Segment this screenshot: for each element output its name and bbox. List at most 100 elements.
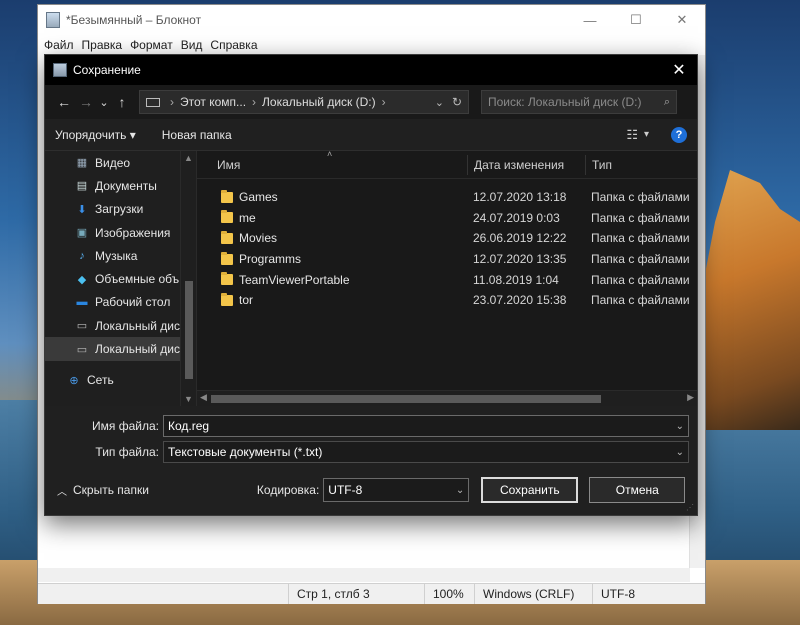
save-dialog: Сохранение ✕ ← → ⌄ ↑ › Этот комп... › Ло… <box>44 54 698 516</box>
nav-item-network[interactable]: ⊕ Сеть <box>45 369 196 392</box>
file-name-cell: tor <box>197 292 467 308</box>
file-list-horizontal-scrollbar[interactable]: ◀ ▶ <box>197 390 697 406</box>
file-row[interactable]: Games 12.07.2020 13:18 Папка с файлами <box>197 187 697 208</box>
nav-item-music[interactable]: ♪ Музыка <box>45 244 196 267</box>
file-row[interactable]: Programms 12.07.2020 13:35 Папка с файла… <box>197 249 697 270</box>
downloads-icon: ⬇ <box>77 203 87 216</box>
scroll-left-icon[interactable]: ◀ <box>200 392 207 403</box>
nav-item-local-disk-c[interactable]: ▭ Локальный дис <box>45 314 196 337</box>
filetype-label: Тип файла: <box>95 445 159 459</box>
notepad-menubar: Файл Правка Формат Вид Справка <box>38 35 705 55</box>
file-date: 12.07.2020 13:35 <box>473 252 567 267</box>
nav-item-label: Музыка <box>95 248 138 263</box>
notepad-titlebar[interactable]: *Безымянный – Блокнот — ☐ ✕ <box>38 5 705 35</box>
nav-item-pictures[interactable]: ▣ Изображения <box>45 221 196 244</box>
save-button[interactable]: Сохранить <box>481 477 579 503</box>
file-row[interactable]: tor 23.07.2020 15:38 Папка с файлами <box>197 290 697 311</box>
scrollbar-thumb[interactable] <box>211 395 601 403</box>
filetype-select[interactable]: Текстовые документы (*.txt) ⌄ <box>163 441 689 463</box>
back-arrow-icon[interactable]: ← <box>53 91 75 113</box>
chevron-down-icon[interactable]: ⌄ <box>676 421 684 432</box>
hide-folders-button[interactable]: ︿ Скрыть папки <box>57 483 149 498</box>
folder-icon <box>221 272 233 286</box>
nav-item-label: Видео <box>95 155 131 170</box>
folder-icon <box>221 292 233 306</box>
file-name: tor <box>239 293 254 308</box>
nav-item-video[interactable]: ▦ Видео <box>45 151 196 174</box>
file-name-cell: me <box>197 210 467 225</box>
address-row: ← → ⌄ ↑ › Этот комп... › Локальный диск … <box>45 85 697 119</box>
chevron-down-icon[interactable]: ⌄ <box>676 447 684 458</box>
column-header-type[interactable]: Тип <box>585 154 612 175</box>
nav-pane-scrollbar[interactable]: ▲ ▼ <box>180 151 196 406</box>
search-input[interactable]: Поиск: Локальный диск (D:) ⌕ <box>481 90 677 114</box>
column-header-date[interactable]: Дата изменения <box>467 154 585 175</box>
chevron-down-icon[interactable]: ⌄ <box>456 485 464 496</box>
file-name-cell: Movies <box>197 230 467 245</box>
menu-help[interactable]: Справка <box>208 38 263 52</box>
sort-ascending-icon: ˄ <box>327 149 333 159</box>
address-bar[interactable]: › Этот комп... › Локальный диск (D:) › ⌄… <box>139 90 469 114</box>
filename-input[interactable]: Код.reg ⌄ <box>163 415 689 437</box>
breadcrumb-this-pc[interactable]: Этот комп... <box>180 95 246 109</box>
nav-item-3d-objects[interactable]: ◆ Объемные объ <box>45 267 196 290</box>
breadcrumb-local-disk[interactable]: Локальный диск (D:) <box>262 95 376 109</box>
forward-arrow-icon[interactable]: → <box>75 91 97 113</box>
recent-locations-chevron-icon[interactable]: ⌄ <box>97 91 111 113</box>
documents-icon: ▤ <box>76 180 88 193</box>
file-name: Games <box>239 190 278 205</box>
column-header-name[interactable]: Имя <box>197 158 467 172</box>
nav-item-label: Документы <box>95 178 157 193</box>
close-icon[interactable]: ✕ <box>661 55 697 85</box>
resize-grip-icon[interactable]: ⋰ <box>686 503 694 512</box>
new-folder-button[interactable]: Новая папка <box>162 128 232 142</box>
view-dropdown-icon[interactable]: ▾ <box>644 129 649 140</box>
nav-item-documents[interactable]: ▤ Документы <box>45 174 196 197</box>
menu-format[interactable]: Формат <box>128 38 179 52</box>
encoding-select[interactable]: UTF-8 ⌄ <box>323 478 470 502</box>
dialog-toolbar: Упорядочить ▾ Новая папка ☷ ▾ ? <box>45 119 697 151</box>
filetype-row: Тип файла: Текстовые документы (*.txt) ⌄ <box>45 440 697 464</box>
desktop-icon: ▬ <box>76 296 88 309</box>
3d-objects-icon: ◆ <box>77 273 87 286</box>
drive-icon <box>146 97 160 107</box>
view-options-icon[interactable]: ☷ <box>626 127 638 143</box>
maximize-icon[interactable]: ☐ <box>613 5 659 35</box>
breadcrumb-separator-icon: › <box>170 95 174 109</box>
desktop-background-rocks <box>700 170 800 430</box>
scrollbar-thumb[interactable] <box>185 281 193 379</box>
notepad-horizontal-scrollbar[interactable] <box>38 568 690 582</box>
file-type: Папка с файлами <box>591 293 690 308</box>
scroll-right-icon[interactable]: ▶ <box>687 392 694 403</box>
address-dropdown-icon[interactable]: ⌄ <box>435 96 444 109</box>
navigation-pane: ▦ Видео ▤ Документы ⬇ Загрузки ▣ Изображ… <box>45 151 197 406</box>
up-arrow-icon[interactable]: ↑ <box>111 91 133 113</box>
file-name: TeamViewerPortable <box>239 272 350 287</box>
notepad-title: *Безымянный – Блокнот <box>66 13 202 27</box>
organize-button[interactable]: Упорядочить ▾ <box>55 128 136 142</box>
filename-value: Код.reg <box>168 419 210 433</box>
file-name: Programms <box>239 252 302 267</box>
notepad-statusbar: Стр 1, стлб 3 100% Windows (CRLF) UTF-8 <box>38 583 705 604</box>
help-icon[interactable]: ? <box>671 126 687 143</box>
file-row[interactable]: me 24.07.2019 0:03 Папка с файлами <box>197 208 697 229</box>
dialog-titlebar[interactable]: Сохранение ✕ <box>45 55 697 85</box>
file-row[interactable]: Movies 26.06.2019 12:22 Папка с файлами <box>197 228 697 249</box>
cancel-button[interactable]: Отмена <box>589 477 686 503</box>
music-icon: ♪ <box>79 249 85 262</box>
menu-edit[interactable]: Правка <box>80 38 129 52</box>
scroll-down-icon[interactable]: ▼ <box>184 394 193 404</box>
menu-file[interactable]: Файл <box>42 38 80 52</box>
close-icon[interactable]: ✕ <box>659 5 705 35</box>
menu-view[interactable]: Вид <box>179 38 209 52</box>
folder-icon <box>221 230 233 244</box>
nav-item-local-disk-d[interactable]: ▭ Локальный дис <box>45 337 196 361</box>
minimize-icon[interactable]: — <box>567 5 613 35</box>
refresh-icon[interactable]: ↻ <box>452 95 462 109</box>
nav-item-desktop[interactable]: ▬ Рабочий стол <box>45 291 196 314</box>
scroll-up-icon[interactable]: ▲ <box>184 153 193 163</box>
nav-item-downloads[interactable]: ⬇ Загрузки <box>45 198 196 221</box>
search-icon: ⌕ <box>663 95 670 108</box>
file-row[interactable]: TeamViewerPortable 11.08.2019 1:04 Папка… <box>197 269 697 290</box>
video-icon: ▦ <box>76 157 88 170</box>
